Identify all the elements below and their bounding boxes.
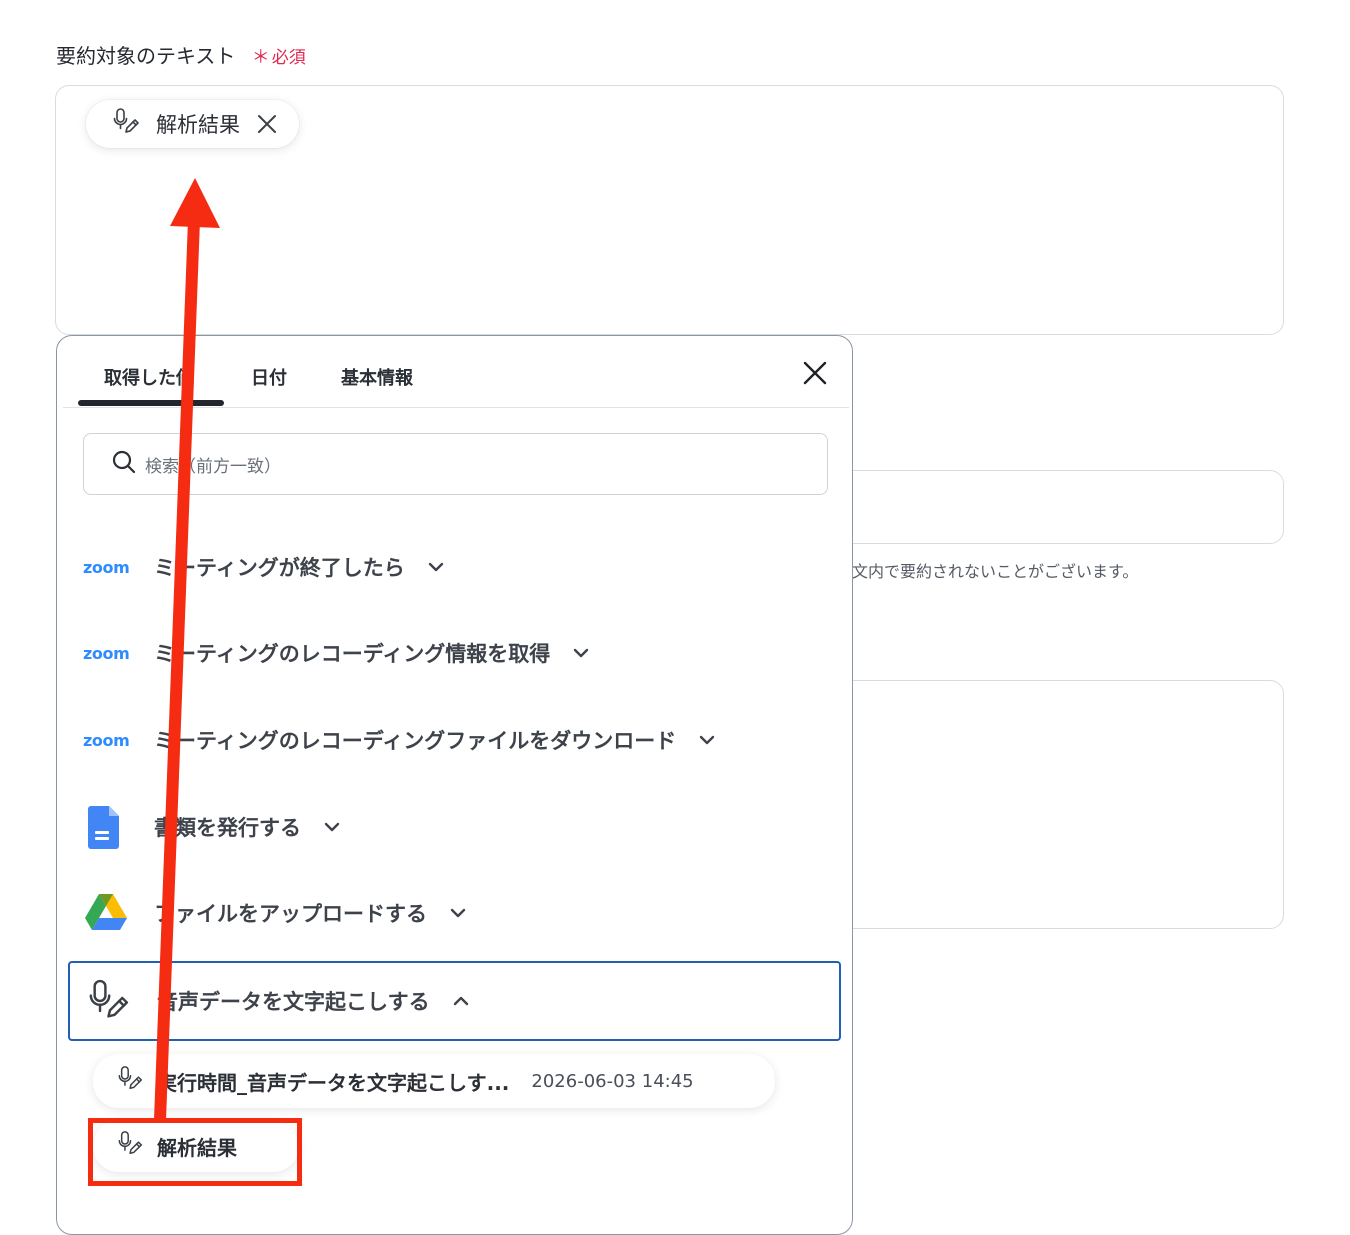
annotation-arrow — [154, 178, 220, 1121]
